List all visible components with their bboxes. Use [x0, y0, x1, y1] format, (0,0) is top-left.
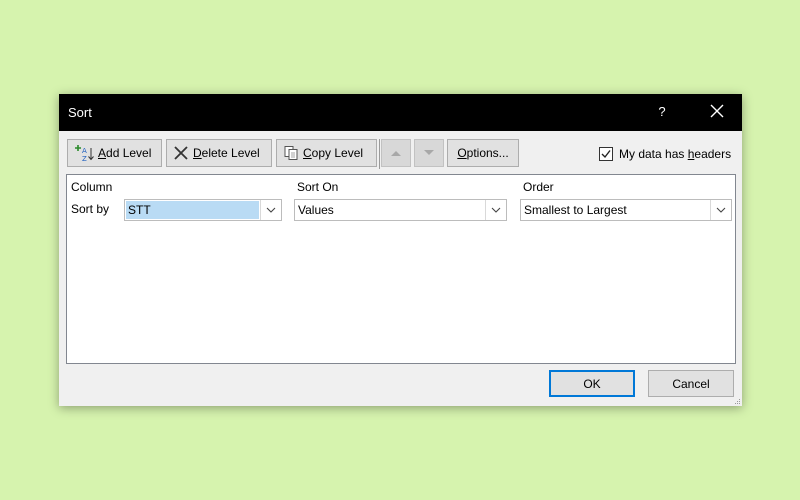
cancel-button[interactable]: Cancel: [648, 370, 734, 397]
column-select[interactable]: STT: [124, 199, 282, 221]
close-button[interactable]: [707, 101, 727, 121]
triangle-up-icon: [391, 151, 401, 156]
dialog-title: Sort: [68, 105, 92, 120]
copy-level-label: Copy Level: [303, 146, 364, 160]
sort-dialog: Sort ? A Z Add Level Delete Level Copy L…: [59, 94, 742, 406]
triangle-down-icon: [424, 150, 434, 155]
add-level-icon: A Z: [75, 145, 94, 162]
sort-by-label: Sort by: [71, 202, 110, 216]
headers-checkbox-label: My data has headers: [619, 147, 732, 161]
add-level-label: Add Level: [98, 146, 152, 160]
options-button[interactable]: Options...: [447, 139, 519, 167]
delete-level-label: Delete Level: [193, 146, 260, 160]
order-select[interactable]: Smallest to Largest: [520, 199, 732, 221]
sort-on-select[interactable]: Values: [294, 199, 507, 221]
move-up-button[interactable]: [381, 139, 411, 167]
svg-text:Z: Z: [82, 155, 87, 162]
headers-checkbox[interactable]: [599, 147, 613, 161]
title-bar: Sort ?: [59, 94, 742, 131]
my-data-has-headers-option[interactable]: My data has headers: [599, 147, 731, 161]
order-select-value: Smallest to Largest: [524, 203, 627, 217]
add-level-button[interactable]: A Z Add Level: [67, 139, 162, 167]
sort-on-select-value: Values: [298, 203, 334, 217]
copy-level-button[interactable]: Copy Level: [276, 139, 377, 167]
chevron-down-icon[interactable]: [260, 200, 281, 220]
chevron-down-icon[interactable]: [485, 200, 506, 220]
move-down-button[interactable]: [414, 139, 444, 167]
options-label: Options...: [457, 146, 509, 160]
close-icon: [710, 104, 724, 118]
column-select-value: STT: [128, 203, 151, 217]
sort-levels-list: Column Sort On Order Sort by STT Values …: [66, 174, 736, 364]
order-header: Order: [523, 180, 554, 194]
toolbar-separator: [379, 139, 380, 169]
delete-level-button[interactable]: Delete Level: [166, 139, 272, 167]
ok-button[interactable]: OK: [549, 370, 635, 397]
column-header: Column: [71, 180, 113, 194]
sort-on-header: Sort On: [297, 180, 339, 194]
help-button[interactable]: ?: [655, 104, 669, 119]
checkmark-icon: [601, 150, 611, 159]
svg-text:A: A: [82, 147, 87, 155]
resize-grip-icon[interactable]: [733, 397, 741, 405]
delete-icon: [174, 146, 188, 160]
copy-icon: [284, 146, 298, 160]
chevron-down-icon[interactable]: [710, 200, 731, 220]
